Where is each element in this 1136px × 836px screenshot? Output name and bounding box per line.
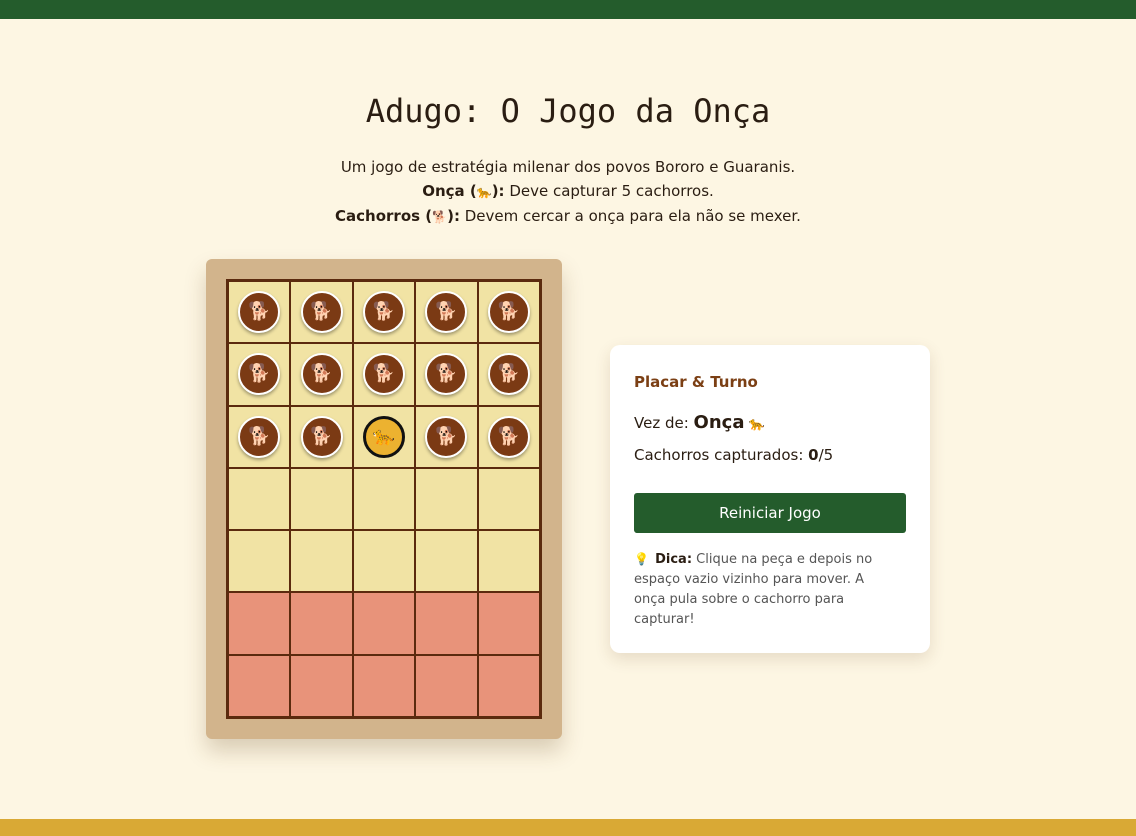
dog-icon: 🐕 xyxy=(247,425,271,447)
dog-piece[interactable]: 🐕 xyxy=(300,415,343,458)
dog-piece[interactable]: 🐕 xyxy=(238,415,281,458)
board-cell[interactable]: 🐕 xyxy=(478,406,539,467)
board-cell[interactable]: 🐕 xyxy=(229,406,290,467)
captured-label: Cachorros capturados: xyxy=(634,446,809,464)
board-cell[interactable] xyxy=(478,531,539,592)
dog-icon: 🐕 xyxy=(247,363,271,385)
board-cell[interactable]: 🐕 xyxy=(416,344,477,405)
dog-piece[interactable]: 🐕 xyxy=(300,291,343,334)
jaguar-rule: Onça (🐆): Deve capturar 5 cachorros. xyxy=(0,179,1136,204)
board-cell[interactable]: 🐕 xyxy=(416,282,477,343)
dog-icon: 🐕 xyxy=(310,363,333,385)
board-cell[interactable] xyxy=(291,531,352,592)
board-cell[interactable] xyxy=(353,468,415,530)
turn-label: Vez de: xyxy=(634,414,694,432)
board-cell[interactable]: 🐕 xyxy=(478,282,539,343)
board-cell[interactable] xyxy=(229,655,290,716)
jaguar-piece[interactable]: 🐆 xyxy=(362,415,405,458)
dog-icon: 🐕 xyxy=(432,210,448,224)
captured-counter: Cachorros capturados: 0/5 xyxy=(634,446,833,464)
dog-icon: 🐕 xyxy=(435,301,458,323)
board-cell[interactable] xyxy=(291,655,352,716)
jaguar-icon: 🐆 xyxy=(476,185,492,199)
jaguar-icon: 🐆 xyxy=(372,425,396,447)
board-cell[interactable]: 🐕 xyxy=(229,282,290,343)
board-cell[interactable]: 🐕 xyxy=(291,406,352,467)
board-cell[interactable] xyxy=(416,531,477,592)
dog-icon: 🐕 xyxy=(435,363,458,385)
board-cell[interactable] xyxy=(229,593,290,654)
turn-indicator: Vez de: Onça 🐆 xyxy=(634,412,765,433)
bottom-bar xyxy=(0,819,1136,836)
tip-label: Dica: xyxy=(655,552,693,567)
dog-piece[interactable]: 🐕 xyxy=(425,353,468,396)
dog-icon: 🐕 xyxy=(497,363,520,385)
jaguar-rule-label: Onça (🐆): xyxy=(422,182,505,200)
dog-icon: 🐕 xyxy=(497,301,520,323)
game-intro: Um jogo de estratégia milenar dos povos … xyxy=(0,155,1136,229)
dog-icon: 🐕 xyxy=(310,425,333,447)
dog-piece[interactable]: 🐕 xyxy=(425,291,468,334)
jaguar-icon: 🐆 xyxy=(748,417,765,432)
score-panel: Placar & Turno Vez de: Onça 🐆 Cachorros c… xyxy=(610,345,930,653)
reset-game-button[interactable]: Reiniciar Jogo xyxy=(634,493,906,533)
game-board: 🐕 🐕 🐕 🐕 🐕 🐕 🐕 🐕 🐕 🐕 🐕 🐕 🐆 🐕 🐕 xyxy=(226,279,542,719)
board-cell[interactable] xyxy=(353,593,415,654)
captured-value: 0 xyxy=(808,446,819,464)
board-frame: 🐕 🐕 🐕 🐕 🐕 🐕 🐕 🐕 🐕 🐕 🐕 🐕 🐆 🐕 🐕 xyxy=(206,259,562,739)
board-cell[interactable]: 🐕 xyxy=(416,406,477,467)
dog-piece[interactable]: 🐕 xyxy=(362,291,405,334)
board-cell[interactable] xyxy=(416,593,477,654)
board-cell[interactable] xyxy=(478,655,539,716)
tip-text: 💡 Dica: Clique na peça e depois no espaç… xyxy=(634,549,899,630)
captured-total: /5 xyxy=(818,446,834,464)
dog-icon: 🐕 xyxy=(372,301,396,323)
board-cell[interactable] xyxy=(291,593,352,654)
board-cell[interactable] xyxy=(478,468,539,530)
board-cell[interactable] xyxy=(229,468,290,530)
board-cell[interactable]: 🐕 xyxy=(291,282,352,343)
lightbulb-icon: 💡 xyxy=(634,552,649,566)
board-cell[interactable]: 🐕 xyxy=(478,344,539,405)
board-cell[interactable] xyxy=(291,468,352,530)
board-cell[interactable] xyxy=(229,531,290,592)
dog-piece[interactable]: 🐕 xyxy=(238,291,281,334)
panel-title: Placar & Turno xyxy=(634,373,758,391)
board-cell[interactable]: 🐕 xyxy=(353,282,415,343)
dog-icon: 🐕 xyxy=(372,363,396,385)
dog-piece[interactable]: 🐕 xyxy=(487,353,530,396)
board-cell[interactable] xyxy=(353,531,415,592)
board-cell[interactable] xyxy=(353,655,415,716)
dog-piece[interactable]: 🐕 xyxy=(487,415,530,458)
dogs-rule-label: Cachorros (🐕): xyxy=(335,207,460,225)
board-cell[interactable]: 🐕 xyxy=(353,344,415,405)
dog-icon: 🐕 xyxy=(435,425,458,447)
board-cell[interactable]: 🐆 xyxy=(353,406,415,467)
dog-icon: 🐕 xyxy=(310,301,333,323)
dog-piece[interactable]: 🐕 xyxy=(362,353,405,396)
top-bar xyxy=(0,0,1136,19)
dogs-rule: Cachorros (🐕): Devem cercar a onça para … xyxy=(0,204,1136,229)
dog-piece[interactable]: 🐕 xyxy=(487,291,530,334)
board-cell[interactable] xyxy=(416,655,477,716)
jaguar-rule-text: Deve capturar 5 cachorros. xyxy=(504,182,714,200)
board-cell[interactable]: 🐕 xyxy=(229,344,290,405)
dog-piece[interactable]: 🐕 xyxy=(425,415,468,458)
page-title: Adugo: O Jogo da Onça xyxy=(365,92,771,130)
dog-piece[interactable]: 🐕 xyxy=(300,353,343,396)
dog-icon: 🐕 xyxy=(497,425,520,447)
turn-value: Onça xyxy=(693,412,745,433)
intro-line: Um jogo de estratégia milenar dos povos … xyxy=(340,158,796,176)
board-cell[interactable] xyxy=(416,468,477,530)
dog-icon: 🐕 xyxy=(247,301,271,323)
board-cell[interactable]: 🐕 xyxy=(291,344,352,405)
dogs-rule-text: Devem cercar a onça para ela não se mexe… xyxy=(459,207,801,225)
dog-piece[interactable]: 🐕 xyxy=(238,353,281,396)
board-cell[interactable] xyxy=(478,593,539,654)
